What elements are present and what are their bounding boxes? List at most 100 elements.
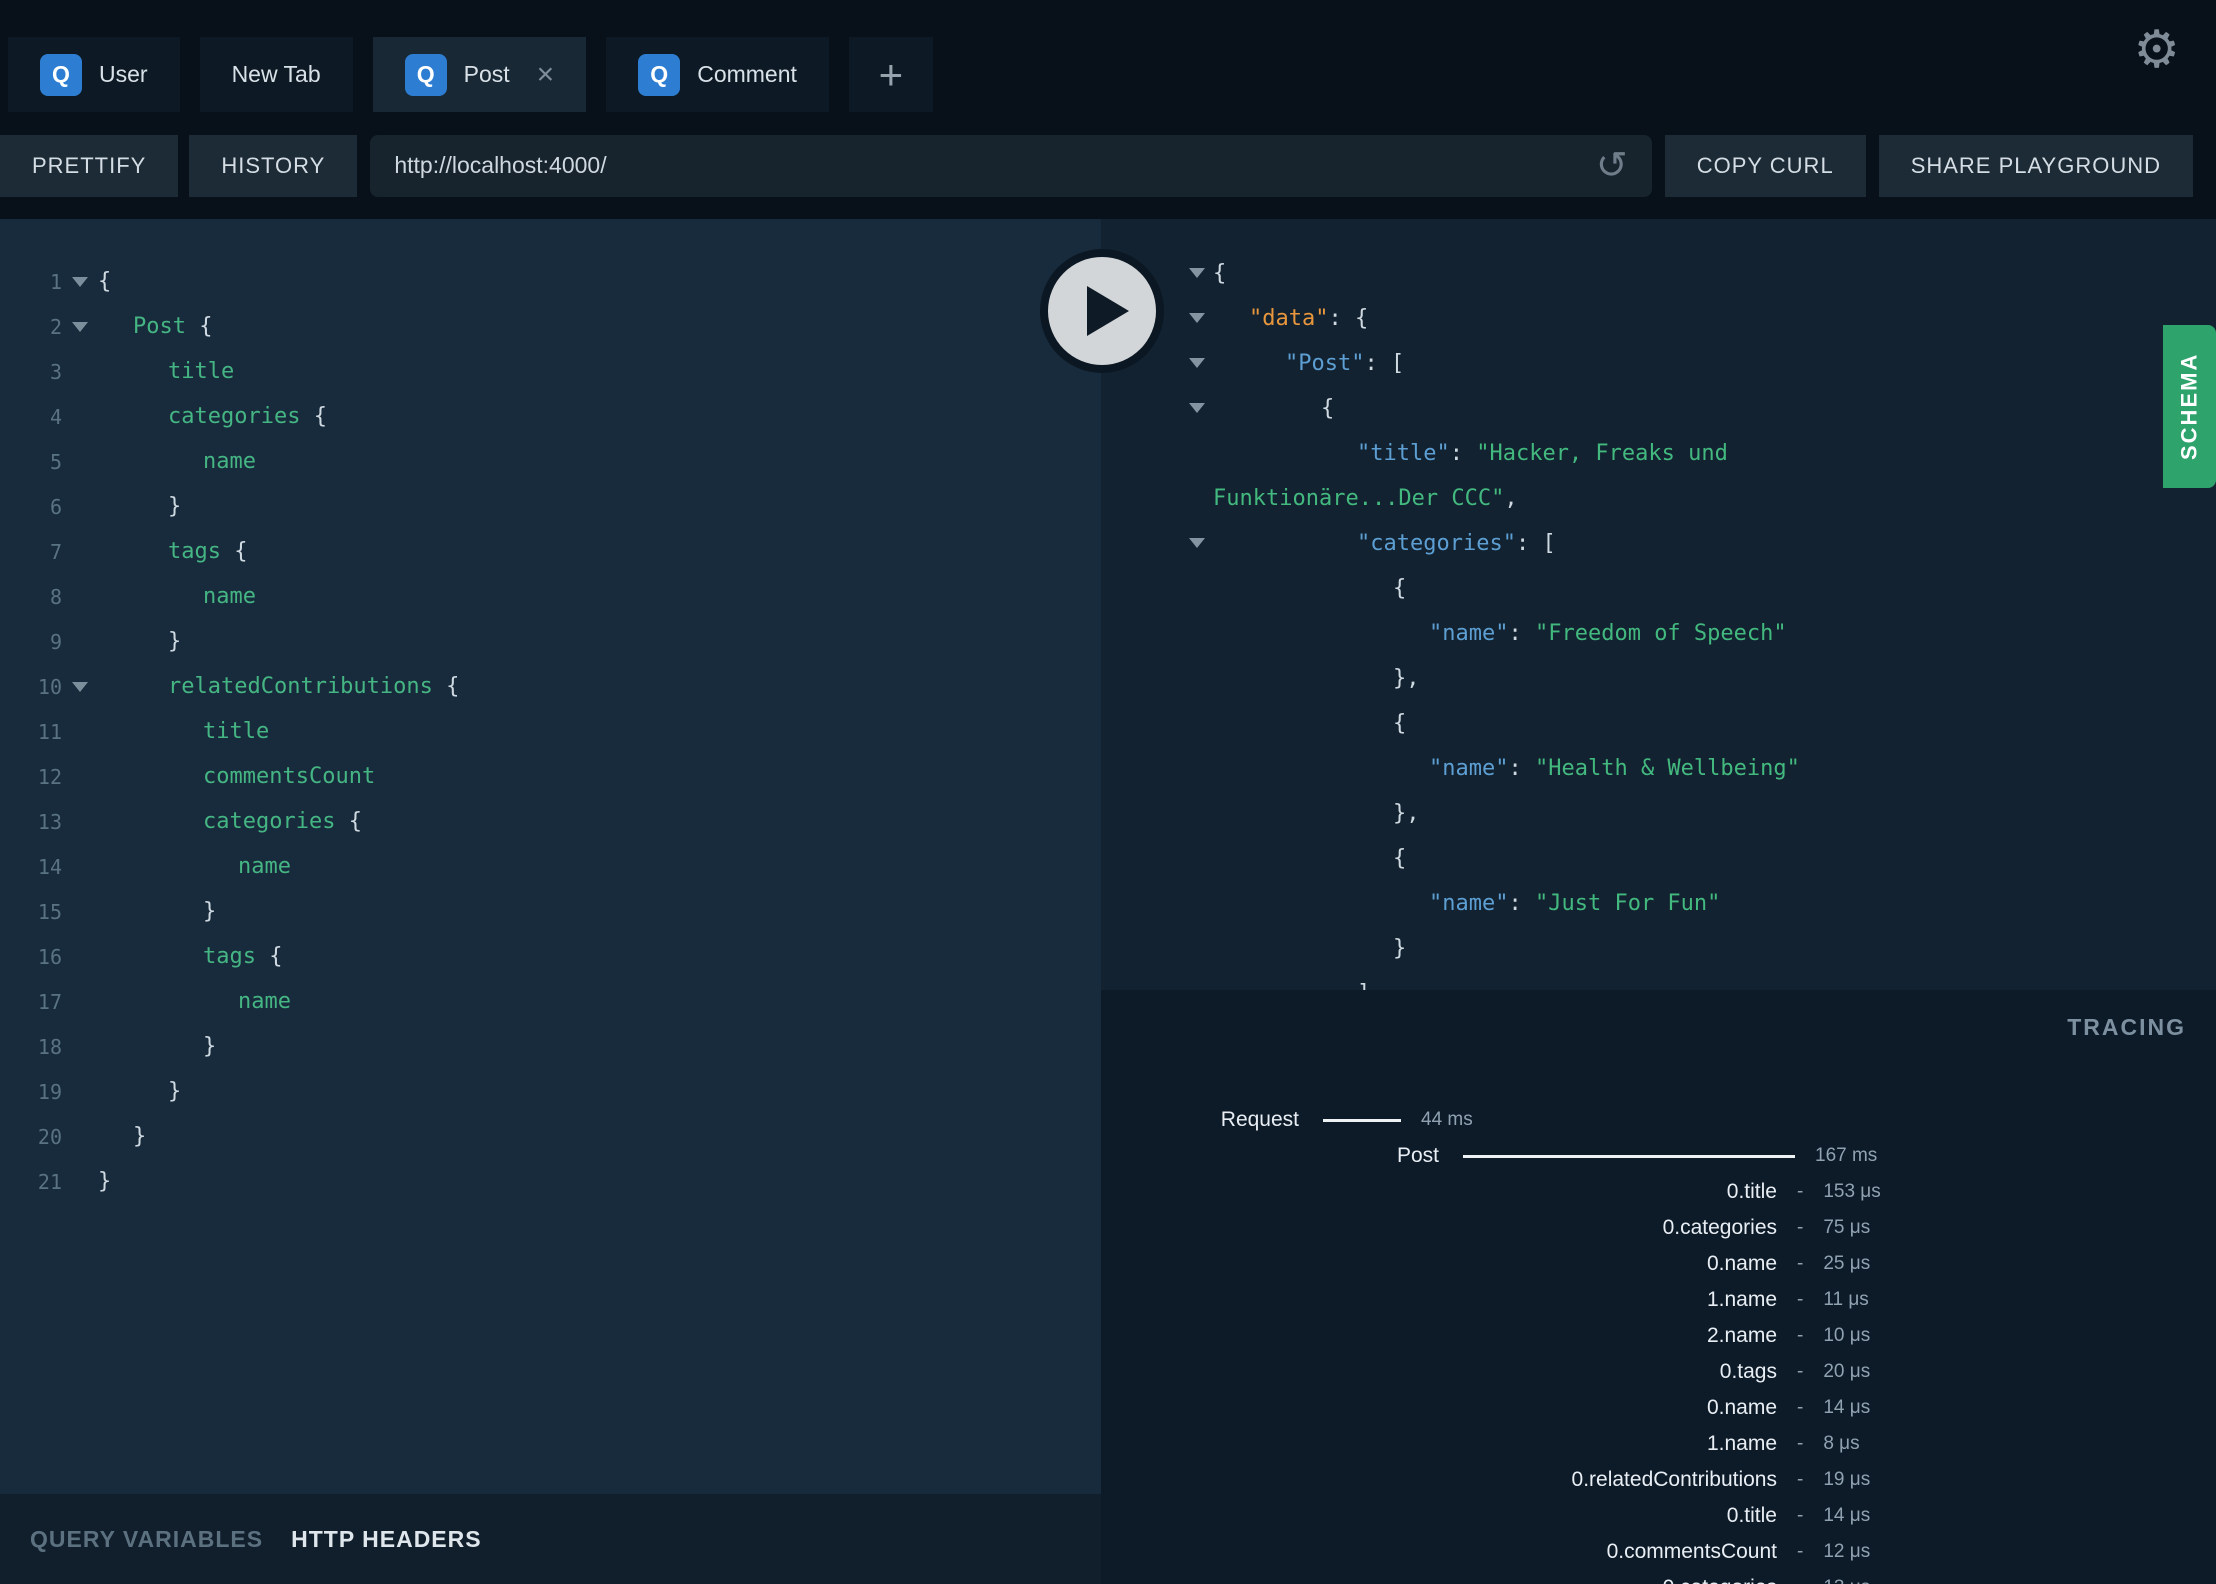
token: {	[220, 539, 248, 564]
prettify-button[interactable]: PRETTIFY	[0, 134, 179, 197]
editor-line: 17 name	[0, 979, 1101, 1024]
editor-line: 6}	[0, 484, 1101, 529]
trace-dash: -	[1797, 1577, 1803, 1584]
trace-row: 0.relatedContributions -19 μs	[1101, 1462, 2216, 1498]
tracing-title: TRACING	[2067, 1014, 2186, 1040]
fold-caret-icon[interactable]	[62, 277, 98, 287]
share-playground-button[interactable]: SHARE PLAYGROUND	[1878, 134, 2193, 197]
token: :	[1508, 621, 1535, 646]
token: "Freedom of Speech"	[1534, 621, 1787, 646]
code-text: Post {	[98, 314, 212, 339]
editor-line: 5 name	[0, 439, 1101, 484]
tab-comment[interactable]: Q Comment	[606, 37, 829, 112]
fold-caret-icon[interactable]	[62, 322, 98, 332]
tab-post[interactable]: Q Post ×	[372, 37, 587, 112]
fold-caret-icon[interactable]	[1189, 268, 1205, 278]
code-text: }	[98, 629, 181, 654]
token: {	[185, 314, 213, 339]
trace-time: 8 μs	[1823, 1433, 1860, 1454]
code-text: }	[98, 1124, 146, 1149]
settings-gear-icon[interactable]: ⚙	[2133, 24, 2180, 76]
history-button[interactable]: HISTORY	[189, 134, 358, 197]
http-headers-tab[interactable]: HTTP HEADERS	[291, 1526, 482, 1553]
editor-line: 10 relatedContributions {	[0, 664, 1101, 709]
new-tab-button[interactable]: +	[848, 37, 933, 112]
trace-label: 1.name	[1706, 1288, 1777, 1311]
trace-label: 0.relatedContributions	[1571, 1468, 1777, 1491]
line-number: 2	[49, 314, 62, 339]
copy-curl-button[interactable]: COPY CURL	[1664, 134, 1866, 197]
editor-line: 7 tags {	[0, 529, 1101, 574]
response-line: },	[1101, 656, 2216, 701]
plus-icon: +	[878, 50, 904, 98]
token: : [	[1515, 531, 1556, 556]
trace-row: 1.name -8 μs	[1101, 1426, 2216, 1462]
code-text: name	[98, 584, 256, 609]
token: "data"	[1249, 306, 1329, 331]
fold-caret-icon[interactable]	[1189, 313, 1205, 323]
line-number: 5	[49, 449, 62, 474]
editor-line: 16 tags {	[0, 934, 1101, 979]
token: categories	[168, 404, 301, 429]
response-line: {	[1101, 701, 2216, 746]
token: }	[168, 629, 182, 654]
fold-caret-icon[interactable]	[1189, 358, 1205, 368]
token: }	[133, 1124, 147, 1149]
token: tags	[168, 539, 221, 564]
token: }	[168, 494, 182, 519]
schema-tab[interactable]: SCHEMA	[2163, 325, 2216, 488]
editor-line: 13 categories {	[0, 799, 1101, 844]
trace-row: 2.name -10 μs	[1101, 1318, 2216, 1354]
response-lines: {"data": {"Post": [{"title": "Hacker, Fr…	[1101, 219, 2216, 990]
trace-dash: -	[1797, 1505, 1804, 1526]
tab-list: Q User New Tab Q Post × Q Comment	[0, 37, 829, 112]
token: ,	[1504, 486, 1518, 511]
tab-new-tab[interactable]: New Tab	[199, 37, 353, 112]
token: "Post"	[1285, 351, 1365, 376]
token: categories	[203, 809, 336, 834]
trace-time: 14 μs	[1823, 1397, 1871, 1418]
url-text: http://localhost:4000/	[394, 152, 607, 178]
query-editor[interactable]: 1{2 Post {3 title 4 categories {5 name 6} 7 tags…	[0, 219, 1101, 1584]
trace-label: 0.name	[1706, 1252, 1777, 1275]
play-icon	[1040, 249, 1164, 373]
token: "categories"	[1357, 531, 1516, 556]
token: "name"	[1429, 891, 1509, 916]
fold-caret-icon[interactable]	[62, 682, 98, 692]
url-input[interactable]: http://localhost:4000/ ↺	[370, 134, 1652, 197]
token: title	[168, 359, 235, 384]
token: {	[98, 269, 112, 294]
line-number: 17	[37, 989, 62, 1014]
editor-line: 8 name	[0, 574, 1101, 619]
token: {	[335, 809, 362, 834]
token: :	[1508, 891, 1535, 916]
editor-line: 11 title	[0, 709, 1101, 754]
editor-line: 21}	[0, 1159, 1101, 1204]
fold-caret-icon[interactable]	[1189, 538, 1205, 548]
trace-time: 25 μs	[1823, 1253, 1871, 1274]
token: : {	[1328, 306, 1369, 331]
close-tab-icon[interactable]: ×	[537, 59, 555, 90]
trace-label: 1.name	[1706, 1432, 1777, 1455]
response-line: "Post": [	[1101, 341, 2216, 386]
tab-user[interactable]: Q User	[8, 37, 180, 112]
trace-row: 0.title -14 μs	[1101, 1498, 2216, 1534]
query-badge-icon: Q	[404, 53, 447, 96]
token: name	[203, 584, 256, 609]
response-line: "name": "Just For Fun"	[1101, 881, 2216, 926]
execute-button[interactable]	[1039, 248, 1165, 374]
token: {	[1393, 711, 1407, 736]
code-text: name	[98, 854, 291, 879]
editor-line: 1{	[0, 259, 1101, 304]
editor-line: 4 categories {	[0, 394, 1101, 439]
tab-bar: Q User New Tab Q Post × Q Comment + ⚙	[0, 0, 2216, 112]
fold-caret-icon[interactable]	[1189, 403, 1205, 413]
trace-label: Post	[1396, 1144, 1439, 1167]
trace-dash: -	[1797, 1181, 1804, 1202]
token: {	[255, 944, 283, 969]
code-text: relatedContributions {	[98, 674, 459, 699]
response-line: {	[1101, 836, 2216, 881]
token: "name"	[1429, 621, 1509, 646]
query-variables-tab[interactable]: QUERY VARIABLES	[30, 1526, 263, 1553]
reload-icon[interactable]: ↺	[1596, 147, 1628, 185]
